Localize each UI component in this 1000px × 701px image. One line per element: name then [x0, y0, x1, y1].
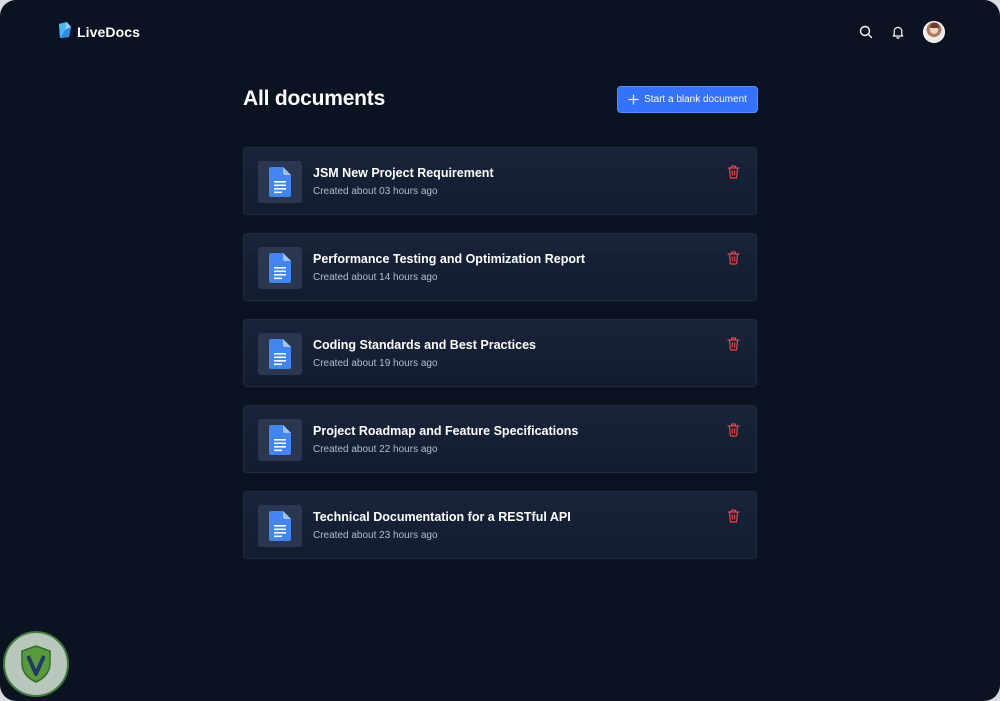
document-created-time: Created about 23 hours ago — [313, 530, 438, 541]
document-card[interactable]: Technical Documentation for a RESTful AP… — [243, 491, 757, 559]
document-icon — [269, 167, 291, 197]
plus-icon — [628, 94, 639, 105]
delete-document-button[interactable] — [725, 336, 741, 352]
start-blank-document-button[interactable]: Start a blank document — [617, 86, 758, 113]
document-created-time: Created about 03 hours ago — [313, 186, 438, 197]
document-thumbnail — [258, 505, 302, 547]
document-thumbnail — [258, 419, 302, 461]
document-thumbnail — [258, 247, 302, 289]
brand-name: LiveDocs — [77, 24, 141, 40]
document-icon — [269, 339, 291, 369]
document-card[interactable]: Project Roadmap and Feature Specificatio… — [243, 405, 757, 473]
brand-link[interactable]: LiveDocs — [57, 21, 141, 44]
document-card[interactable]: JSM New Project Requirement Created abou… — [243, 147, 757, 215]
notifications-button[interactable] — [888, 22, 908, 42]
livedocs-logo-icon — [57, 21, 73, 44]
trash-icon — [726, 165, 740, 179]
delete-document-button[interactable] — [725, 422, 741, 438]
document-title[interactable]: Technical Documentation for a RESTful AP… — [313, 510, 571, 524]
header-actions — [856, 21, 945, 43]
document-list: JSM New Project Requirement Created abou… — [243, 147, 757, 577]
delete-document-button[interactable] — [725, 508, 741, 524]
app-window: LiveDocs All documents Start a blank doc… — [0, 0, 1000, 701]
trash-icon — [726, 337, 740, 351]
delete-document-button[interactable] — [725, 250, 741, 266]
delete-document-button[interactable] — [725, 164, 741, 180]
document-icon — [269, 425, 291, 455]
trash-icon — [726, 423, 740, 437]
document-thumbnail — [258, 333, 302, 375]
document-created-time: Created about 22 hours ago — [313, 444, 438, 455]
start-blank-document-label: Start a blank document — [644, 94, 747, 105]
document-card[interactable]: Performance Testing and Optimization Rep… — [243, 233, 757, 301]
shield-logo-icon — [21, 645, 51, 683]
document-created-time: Created about 19 hours ago — [313, 358, 438, 369]
document-icon — [269, 253, 291, 283]
watermark-badge — [3, 631, 69, 697]
document-title[interactable]: Project Roadmap and Feature Specificatio… — [313, 424, 578, 438]
bell-icon — [892, 26, 904, 39]
document-title[interactable]: JSM New Project Requirement — [313, 166, 494, 180]
search-icon — [859, 25, 873, 39]
search-button[interactable] — [856, 22, 876, 42]
document-title[interactable]: Performance Testing and Optimization Rep… — [313, 252, 585, 266]
document-icon — [269, 511, 291, 541]
page-title: All documents — [243, 87, 386, 110]
document-created-time: Created about 14 hours ago — [313, 272, 438, 283]
user-avatar[interactable] — [923, 21, 945, 43]
trash-icon — [726, 251, 740, 265]
trash-icon — [726, 509, 740, 523]
document-card[interactable]: Coding Standards and Best Practices Crea… — [243, 319, 757, 387]
document-thumbnail — [258, 161, 302, 203]
document-title[interactable]: Coding Standards and Best Practices — [313, 338, 536, 352]
top-navbar: LiveDocs — [0, 0, 1000, 64]
